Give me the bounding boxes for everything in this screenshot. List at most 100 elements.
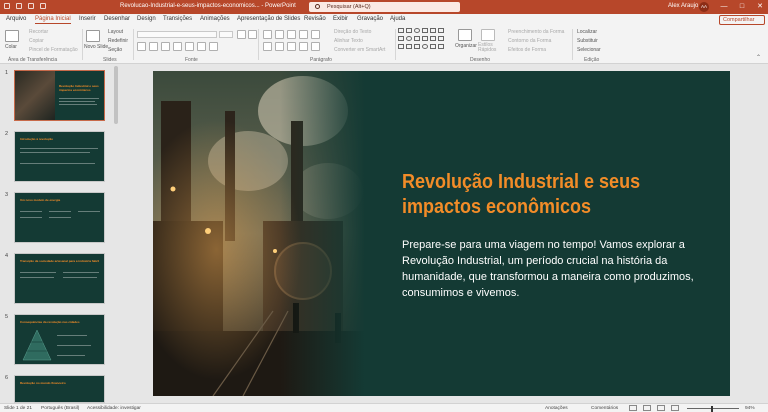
thumb-text-line: [49, 211, 71, 212]
tab-exibir[interactable]: Exibir: [333, 16, 348, 22]
grow-font-icon[interactable]: [237, 30, 246, 39]
thumb-text-line: [20, 272, 56, 273]
thumbnails-scrollbar[interactable]: [114, 66, 118, 124]
font-color-icon[interactable]: [209, 42, 218, 51]
format-painter-button[interactable]: Pincel de Formatação: [29, 47, 78, 53]
tab-animacoes[interactable]: Animações: [200, 16, 230, 22]
collapse-ribbon-icon[interactable]: ⌃: [756, 54, 761, 61]
comments-button[interactable]: Comentários: [591, 406, 618, 411]
accessibility-status[interactable]: Acessibilidade: investigar: [87, 406, 141, 411]
strikethrough-icon[interactable]: [173, 42, 182, 51]
undo-icon[interactable]: [28, 3, 34, 9]
slideshow-icon[interactable]: [671, 405, 679, 411]
decrease-indent-icon[interactable]: [287, 30, 296, 39]
replace-button[interactable]: Substituir: [577, 38, 598, 44]
convert-smartart-button[interactable]: Converter em SmartArt: [334, 47, 385, 53]
line-spacing-icon[interactable]: [311, 30, 320, 39]
thumb-text-line: [57, 335, 87, 336]
align-right-icon[interactable]: [287, 42, 296, 51]
bullets-icon[interactable]: [263, 30, 272, 39]
slide-thumbnail-5[interactable]: Consequências da revolução nas cidades: [14, 314, 105, 365]
reading-view-icon[interactable]: [657, 405, 665, 411]
align-center-icon[interactable]: [275, 42, 284, 51]
text-direction-button[interactable]: Direção do Texto: [334, 29, 371, 35]
tab-inserir[interactable]: Inserir: [79, 16, 96, 22]
increase-indent-icon[interactable]: [299, 30, 308, 39]
maximize-button[interactable]: □: [737, 2, 747, 12]
zoom-slider[interactable]: [687, 408, 739, 409]
normal-view-icon[interactable]: [629, 405, 637, 411]
find-button[interactable]: Localizar: [577, 29, 597, 35]
paste-icon[interactable]: [5, 30, 19, 42]
new-slide-button[interactable]: Novo Slide: [84, 44, 108, 50]
thumb-text-line: [78, 211, 100, 212]
slide-body-text[interactable]: Prepare-se para uma viagem no tempo! Vam…: [402, 237, 722, 301]
change-case-icon[interactable]: [197, 42, 206, 51]
tab-pagina-inicial[interactable]: Página Inicial: [35, 16, 71, 24]
tab-arquivo[interactable]: Arquivo: [6, 16, 26, 22]
cut-button[interactable]: Recortar: [29, 29, 48, 35]
tab-desenhar[interactable]: Desenhar: [104, 16, 130, 22]
justify-icon[interactable]: [299, 42, 308, 51]
tab-revisao[interactable]: Revisão: [304, 16, 326, 22]
slide-thumbnail-4[interactable]: Transição da sociedade artesanal para a …: [14, 253, 105, 304]
zoom-slider-thumb[interactable]: [711, 405, 713, 412]
zoom-level[interactable]: 94%: [745, 406, 755, 411]
slide-sorter-icon[interactable]: [643, 405, 651, 411]
reset-button[interactable]: Redefinir: [108, 38, 128, 44]
arrange-button[interactable]: Organizar: [455, 43, 477, 49]
tab-transicoes[interactable]: Transições: [163, 16, 192, 22]
layout-button[interactable]: Layout: [108, 29, 123, 35]
slide-thumbnail-2[interactable]: Introdução à revolução: [14, 131, 105, 182]
shapes-gallery[interactable]: [398, 28, 448, 50]
bold-icon[interactable]: [137, 42, 146, 51]
font-family-select[interactable]: [137, 31, 217, 38]
notes-button[interactable]: Anotações: [545, 406, 568, 411]
thumb-text-line: [49, 217, 71, 218]
thumb-title: Um novo modelo de energia: [20, 198, 61, 202]
shape-effects-button[interactable]: Efeitos de Forma: [508, 47, 546, 53]
slide-thumbnail-3[interactable]: Um novo modelo de energia: [14, 192, 105, 243]
shrink-font-icon[interactable]: [248, 30, 257, 39]
columns-icon[interactable]: [311, 42, 320, 51]
current-slide[interactable]: Revolução Industrial e seus impactos eco…: [153, 71, 730, 396]
numbering-icon[interactable]: [275, 30, 284, 39]
slide-thumbnail-1[interactable]: Revolução Industrial e seus impactos eco…: [14, 70, 105, 121]
char-spacing-icon[interactable]: [185, 42, 194, 51]
search-box[interactable]: Pesquisar (Alt+Q): [309, 2, 460, 12]
align-text-button[interactable]: Alinhar Texto: [334, 38, 363, 44]
save-icon[interactable]: [16, 3, 22, 9]
thumb-title: Transição da sociedade artesanal para a …: [20, 259, 100, 263]
copy-button[interactable]: Copiar: [29, 38, 44, 44]
tab-design[interactable]: Design: [137, 16, 156, 22]
share-button[interactable]: Compartilhar: [719, 15, 765, 25]
quick-styles-button[interactable]: Estilos Rápidos: [478, 43, 500, 53]
close-button[interactable]: ✕: [755, 2, 765, 12]
font-size-select[interactable]: [219, 31, 233, 38]
tab-gravacao[interactable]: Gravação: [357, 16, 383, 22]
select-button[interactable]: Selecionar: [577, 47, 601, 53]
slide-thumbnail-6[interactable]: Revolução no mundo financeiro: [14, 375, 105, 403]
arrange-icon[interactable]: [458, 29, 472, 41]
slide-title[interactable]: Revolução Industrial e seus impactos eco…: [402, 170, 690, 220]
shape-fill-button[interactable]: Preenchimento da Forma: [508, 29, 564, 35]
search-icon: [315, 4, 320, 9]
paste-label[interactable]: Colar: [5, 44, 17, 50]
tab-ajuda[interactable]: Ajuda: [390, 16, 405, 22]
section-button[interactable]: Seção: [108, 47, 122, 53]
user-name[interactable]: Alex Araujo: [668, 3, 698, 9]
title-bar: Revolucao-Industrial-e-seus-impactos-eco…: [0, 0, 768, 14]
tab-apresentacao[interactable]: Apresentação de Slides: [237, 16, 300, 22]
autosave-icon[interactable]: [4, 3, 10, 9]
align-left-icon[interactable]: [263, 42, 272, 51]
thumb-text-line: [63, 277, 97, 278]
redo-icon[interactable]: [40, 3, 46, 9]
new-slide-icon[interactable]: [86, 30, 100, 42]
underline-icon[interactable]: [161, 42, 170, 51]
minimize-button[interactable]: —: [719, 2, 729, 12]
italic-icon[interactable]: [149, 42, 158, 51]
language-status[interactable]: Português (Brasil): [41, 406, 79, 411]
quick-styles-icon[interactable]: [481, 29, 495, 41]
avatar[interactable]: AA: [699, 2, 709, 12]
shape-outline-button[interactable]: Contorno da Forma: [508, 38, 551, 44]
